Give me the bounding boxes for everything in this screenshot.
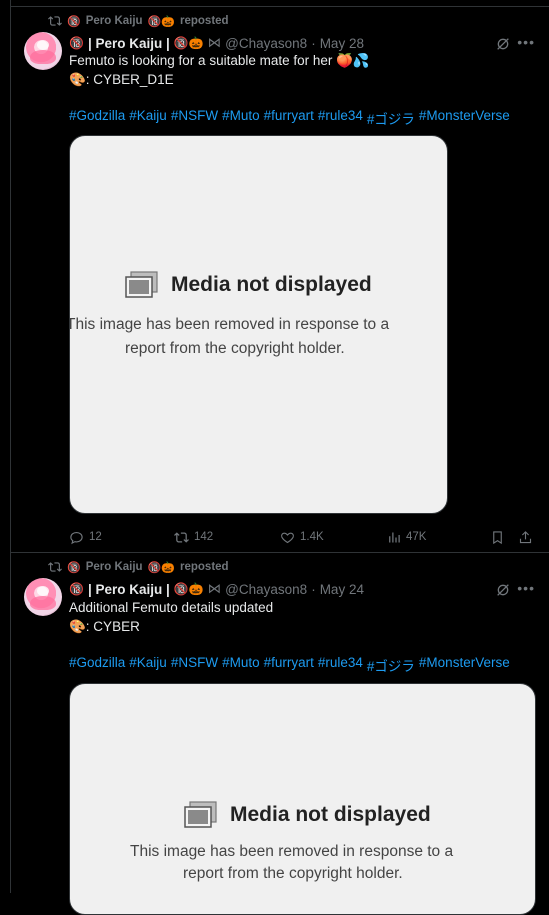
media-placeholder[interactable]: Media not displayed This image has been … bbox=[69, 135, 448, 514]
media-subtitle: This image has been removed in response … bbox=[69, 314, 390, 336]
like-icon bbox=[281, 532, 294, 543]
post-actions: 12 142 1.4K 47K bbox=[69, 527, 535, 547]
hashtag-link[interactable]: #Muto bbox=[222, 108, 260, 128]
media-title-text: Media not displayed bbox=[230, 802, 431, 826]
hashtag-link[interactable]: #rule34 bbox=[318, 655, 363, 675]
author-display-name[interactable]: | Pero Kaiju | bbox=[88, 36, 170, 51]
separator: · bbox=[311, 581, 316, 597]
hashtag-link[interactable]: #ゴジラ bbox=[367, 655, 415, 675]
reply-button[interactable]: 12 bbox=[69, 530, 102, 545]
media-placeholder[interactable]: Media not displayed This image has been … bbox=[69, 683, 536, 915]
hashtag-link[interactable]: #Godzilla bbox=[69, 655, 125, 675]
repost-action-label: reposted bbox=[180, 15, 229, 27]
more-icon[interactable]: ••• bbox=[517, 34, 535, 50]
reply-icon bbox=[70, 531, 83, 544]
post[interactable]: 🔞 Pero Kaiju 🔞🎃 reposted 🔞 | Pero Kaiju … bbox=[10, 7, 549, 552]
grok-icon[interactable] bbox=[495, 582, 511, 598]
hashtag-link[interactable]: #NSFW bbox=[171, 655, 218, 675]
post-text-line: Additional Femuto details updated bbox=[69, 600, 274, 615]
repost-badge: 🔞 bbox=[67, 561, 81, 574]
repost-user-name[interactable]: Pero Kaiju bbox=[86, 15, 143, 27]
media-subtitle-line: This image has been removed in response … bbox=[69, 316, 390, 333]
repost-indicator: 🔞 Pero Kaiju 🔞🎃 reposted bbox=[48, 13, 229, 29]
hashtag-link[interactable]: #furryart bbox=[264, 655, 314, 675]
hashtag-link[interactable]: #ゴジラ bbox=[367, 108, 415, 128]
repost-indicator: 🔞 Pero Kaiju 🔞🎃 reposted bbox=[48, 559, 229, 575]
bookmark-icon bbox=[493, 530, 502, 544]
post-text-line: 🎨: CYBER bbox=[69, 619, 140, 634]
separator: · bbox=[311, 35, 316, 51]
hashtag-link[interactable]: #MonsterVerse bbox=[419, 108, 510, 128]
post-text-line: 🎨: CYBER_D1E bbox=[69, 72, 174, 87]
views-button[interactable]: 47K bbox=[386, 530, 426, 545]
reply-count: 12 bbox=[89, 531, 102, 543]
post[interactable]: 🔞 Pero Kaiju 🔞🎃 reposted 🔞 | Pero Kaiju … bbox=[10, 552, 549, 915]
author-display-name[interactable]: | Pero Kaiju | bbox=[88, 582, 170, 597]
media-subtitle: report from the copyright holder. bbox=[125, 338, 345, 360]
repost-count: 142 bbox=[194, 531, 214, 543]
hashtag-link[interactable]: #Kaiju bbox=[129, 655, 167, 675]
repost-button[interactable]: 142 bbox=[174, 530, 213, 545]
author-prefix: 🔞 bbox=[69, 582, 84, 596]
more-icon[interactable]: ••• bbox=[517, 580, 535, 596]
hashtag-link[interactable]: #Godzilla bbox=[69, 108, 125, 128]
hashtag-link[interactable]: #MonsterVerse bbox=[419, 655, 510, 675]
repost-user-suffix: 🔞🎃 bbox=[147, 15, 175, 28]
image-icon bbox=[125, 271, 158, 298]
avatar[interactable] bbox=[24, 32, 62, 70]
post-text-line: Femuto is looking for a suitable mate fo… bbox=[69, 53, 370, 68]
repost-icon bbox=[174, 531, 189, 543]
media-subtitle-line: This image has been removed in response … bbox=[130, 843, 454, 860]
post-date[interactable]: May 24 bbox=[320, 582, 364, 597]
like-count: 1.4K bbox=[300, 531, 324, 543]
views-count: 47K bbox=[406, 531, 427, 543]
hashtag-link[interactable]: #rule34 bbox=[318, 108, 363, 128]
repost-action-label: reposted bbox=[180, 561, 229, 573]
bookmark-button[interactable] bbox=[490, 530, 505, 545]
repost-badge: 🔞 bbox=[67, 15, 81, 28]
repost-user-suffix: 🔞🎃 bbox=[147, 561, 175, 574]
hashtag-link[interactable]: #furryart bbox=[264, 108, 314, 128]
post-date[interactable]: May 28 bbox=[320, 36, 364, 51]
like-button[interactable]: 1.4K bbox=[280, 530, 324, 545]
views-icon bbox=[389, 532, 400, 542]
post-header: 🔞 | Pero Kaiju | 🔞🎃 ⋈ @Chayason8 · May 2… bbox=[69, 34, 364, 52]
hashtag-link[interactable]: #Kaiju bbox=[129, 108, 167, 128]
author-extra: ⋈ bbox=[207, 35, 222, 50]
image-icon bbox=[184, 801, 217, 828]
avatar[interactable] bbox=[24, 578, 62, 616]
hashtag-list: #Godzilla #Kaiju #NSFW #Muto #furryart #… bbox=[69, 655, 510, 675]
media-subtitle: This image has been removed in response … bbox=[130, 841, 453, 863]
author-suffix: 🔞🎃 bbox=[173, 582, 204, 596]
author-handle[interactable]: @Chayason8 bbox=[225, 582, 307, 597]
hashtag-link[interactable]: #NSFW bbox=[171, 108, 218, 128]
repost-icon bbox=[48, 16, 62, 26]
post-header: 🔞 | Pero Kaiju | 🔞🎃 ⋈ @Chayason8 · May 2… bbox=[69, 580, 364, 598]
repost-icon bbox=[48, 562, 62, 572]
media-subtitle: report from the copyright holder. bbox=[183, 863, 403, 885]
media-title-text: Media not displayed bbox=[171, 272, 372, 296]
hashtag-list: #Godzilla #Kaiju #NSFW #Muto #furryart #… bbox=[69, 108, 510, 128]
media-title: Media not displayed bbox=[125, 271, 372, 298]
media-subtitle-line: report from the copyright holder. bbox=[125, 340, 345, 357]
hashtag-link[interactable]: #Muto bbox=[222, 655, 260, 675]
share-button[interactable] bbox=[518, 530, 533, 545]
author-extra: ⋈ bbox=[207, 581, 222, 596]
author-suffix: 🔞🎃 bbox=[173, 36, 204, 50]
repost-user-name[interactable]: Pero Kaiju bbox=[86, 561, 143, 573]
author-handle[interactable]: @Chayason8 bbox=[225, 36, 307, 51]
author-prefix: 🔞 bbox=[69, 36, 84, 50]
share-icon bbox=[519, 530, 532, 543]
media-title: Media not displayed bbox=[184, 801, 431, 828]
grok-icon[interactable] bbox=[495, 36, 511, 52]
media-subtitle-line: report from the copyright holder. bbox=[183, 865, 403, 882]
